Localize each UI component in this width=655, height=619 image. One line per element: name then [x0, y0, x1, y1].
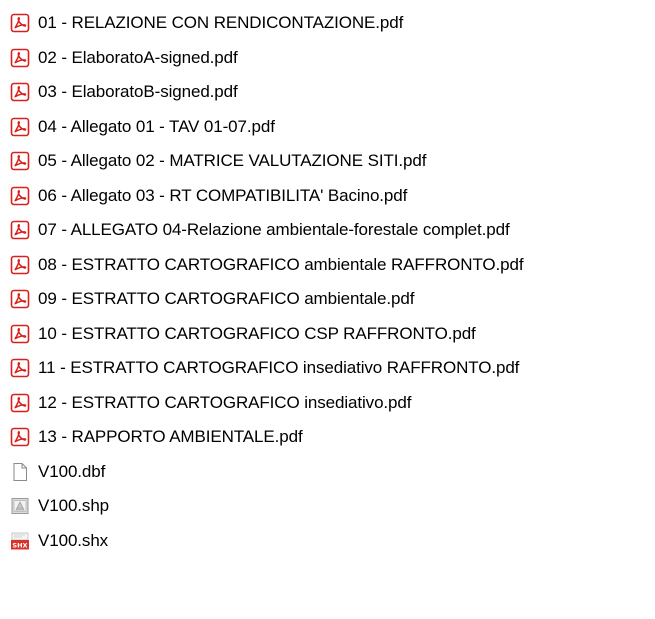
file-name: 09 - ESTRATTO CARTOGRAFICO ambientale.pd… [38, 289, 415, 309]
pdf-icon [10, 289, 30, 309]
file-item[interactable]: 01 - RELAZIONE CON RENDICONTAZIONE.pdf [0, 6, 655, 41]
file-item[interactable]: 13 - RAPPORTO AMBIENTALE.pdf [0, 420, 655, 455]
pdf-icon [10, 48, 30, 68]
pdf-icon [10, 220, 30, 240]
file-name: 05 - Allegato 02 - MATRICE VALUTAZIONE S… [38, 151, 427, 171]
blank-file-icon [10, 462, 30, 482]
file-name: 10 - ESTRATTO CARTOGRAFICO CSP RAFFRONTO… [38, 323, 476, 343]
pdf-icon [10, 393, 30, 413]
file-name: 07 - ALLEGATO 04-Relazione ambientale-fo… [38, 220, 510, 240]
file-name: 03 - ElaboratoB-signed.pdf [38, 82, 238, 102]
svg-text:SHX: SHX [12, 541, 27, 549]
file-name: V100.shx [38, 530, 109, 550]
file-item[interactable]: 10 - ESTRATTO CARTOGRAFICO CSP RAFFRONTO… [0, 317, 655, 352]
shp-file-icon [10, 496, 30, 516]
file-item[interactable]: 09 - ESTRATTO CARTOGRAFICO ambientale.pd… [0, 282, 655, 317]
pdf-icon [10, 324, 30, 344]
file-item[interactable]: 06 - Allegato 03 - RT COMPATIBILITA' Bac… [0, 179, 655, 214]
file-name: 01 - RELAZIONE CON RENDICONTAZIONE.pdf [38, 13, 404, 33]
file-name: 08 - ESTRATTO CARTOGRAFICO ambientale RA… [38, 254, 524, 274]
file-list: 01 - RELAZIONE CON RENDICONTAZIONE.pdf 0… [0, 0, 655, 558]
file-item[interactable]: 02 - ElaboratoA-signed.pdf [0, 41, 655, 76]
pdf-icon [10, 151, 30, 171]
file-item[interactable]: V100.dbf [0, 455, 655, 490]
file-name: 04 - Allegato 01 - TAV 01-07.pdf [38, 116, 275, 136]
file-name: 02 - ElaboratoA-signed.pdf [38, 47, 238, 67]
pdf-icon [10, 186, 30, 206]
file-item[interactable]: SHX V100.shx [0, 524, 655, 559]
file-item[interactable]: 08 - ESTRATTO CARTOGRAFICO ambientale RA… [0, 248, 655, 283]
file-item[interactable]: 04 - Allegato 01 - TAV 01-07.pdf [0, 110, 655, 145]
file-name: 06 - Allegato 03 - RT COMPATIBILITA' Bac… [38, 185, 408, 205]
file-item[interactable]: 07 - ALLEGATO 04-Relazione ambientale-fo… [0, 213, 655, 248]
file-item[interactable]: 11 - ESTRATTO CARTOGRAFICO insediativo R… [0, 351, 655, 386]
file-item[interactable]: 05 - Allegato 02 - MATRICE VALUTAZIONE S… [0, 144, 655, 179]
file-name: V100.dbf [38, 461, 106, 481]
pdf-icon [10, 82, 30, 102]
file-item[interactable]: 12 - ESTRATTO CARTOGRAFICO insediativo.p… [0, 386, 655, 421]
file-name: V100.shp [38, 496, 110, 516]
file-name: 12 - ESTRATTO CARTOGRAFICO insediativo.p… [38, 392, 412, 412]
file-item[interactable]: 03 - ElaboratoB-signed.pdf [0, 75, 655, 110]
file-name: 11 - ESTRATTO CARTOGRAFICO insediativo R… [38, 358, 520, 378]
pdf-icon [10, 427, 30, 447]
shx-file-icon: SHX [10, 531, 30, 551]
pdf-icon [10, 117, 30, 137]
pdf-icon [10, 358, 30, 378]
pdf-icon [10, 13, 30, 33]
file-name: 13 - RAPPORTO AMBIENTALE.pdf [38, 427, 303, 447]
pdf-icon [10, 255, 30, 275]
file-item[interactable]: V100.shp [0, 489, 655, 524]
